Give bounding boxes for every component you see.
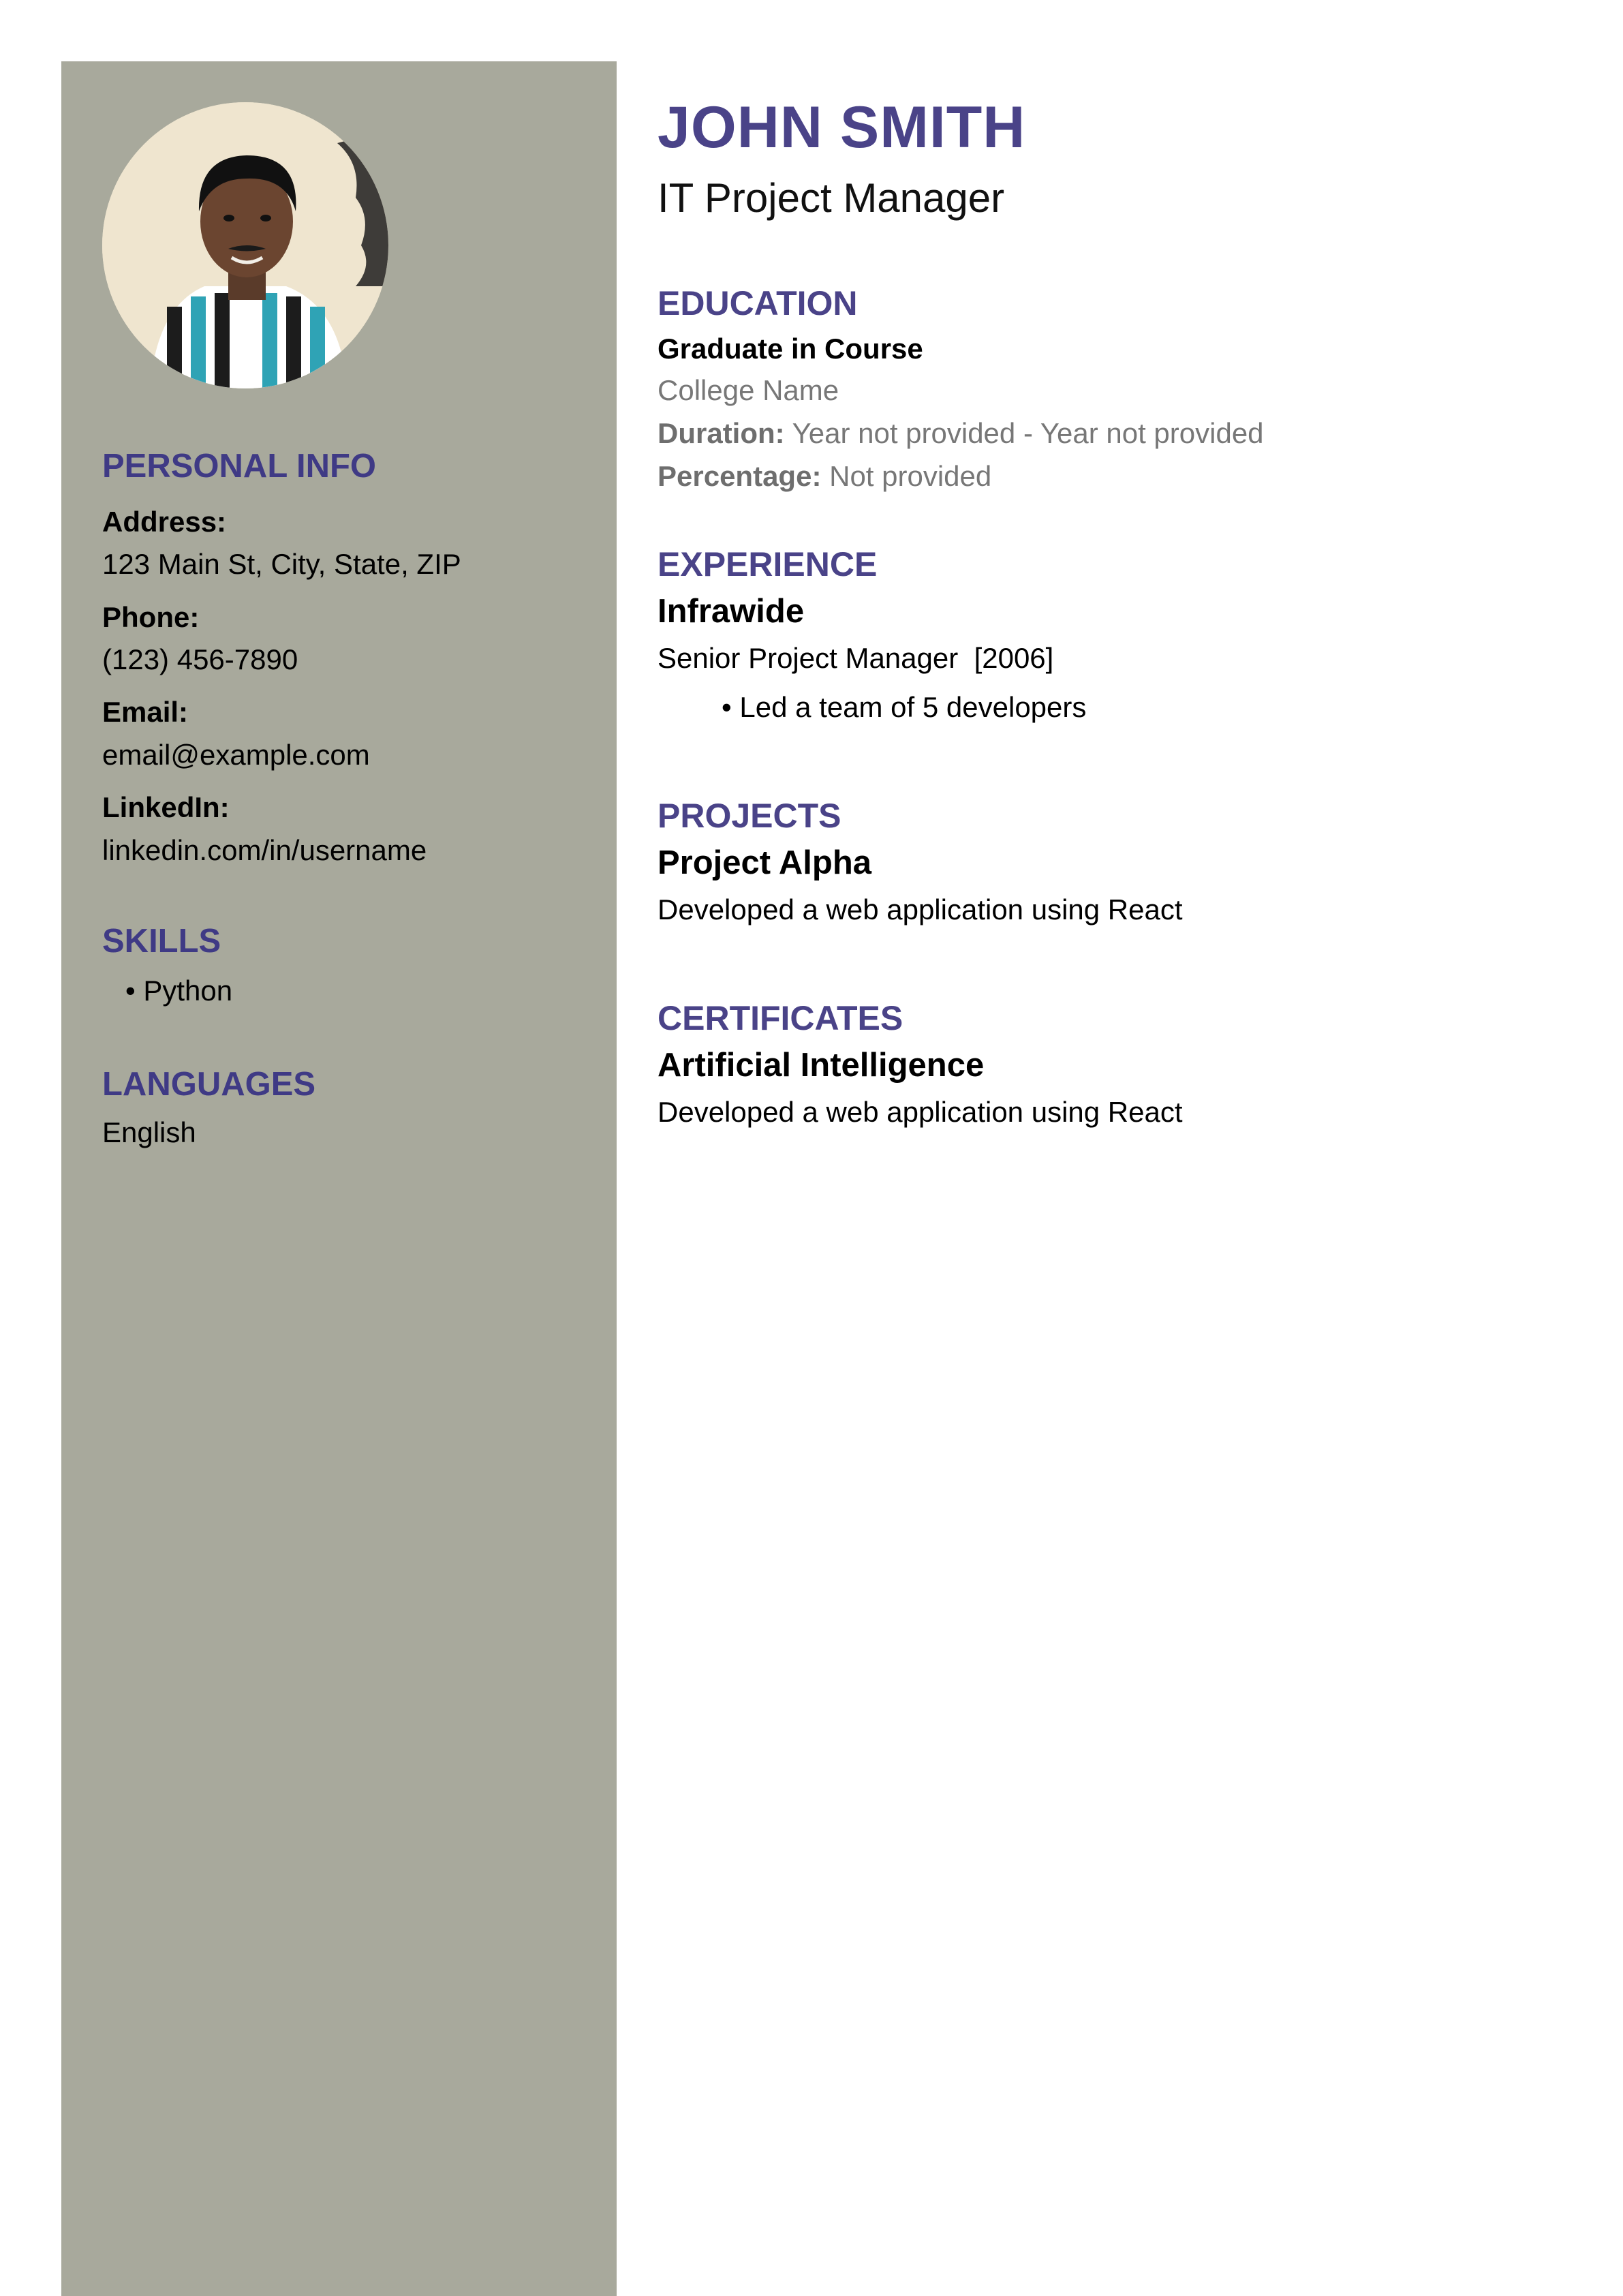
languages-heading: LANGUAGES xyxy=(102,1066,316,1103)
profile-photo-illustration xyxy=(102,102,388,388)
experience-company: Infrawide xyxy=(658,593,805,630)
project-name: Project Alpha xyxy=(658,844,872,881)
experience-role: Senior Project Manager [2006] xyxy=(658,641,1054,674)
education-degree: Graduate in Course xyxy=(658,333,923,365)
main-content: JOHN SMITH IT Project Manager EDUCATION … xyxy=(658,95,1598,1128)
education-duration: Duration: Year not provided - Year not p… xyxy=(658,412,1598,455)
projects-section: PROJECTS Project Alpha Developed a web a… xyxy=(658,795,1598,928)
skills-heading: SKILLS xyxy=(102,923,221,960)
duration-value: Year not provided - Year not provided xyxy=(792,417,1264,450)
language-item: English xyxy=(102,1116,196,1148)
sidebar: PERSONAL INFO Address: 123 Main St, City… xyxy=(61,61,617,2296)
education-college: College Name xyxy=(658,374,839,407)
personal-info-section: PERSONAL INFO Address: 123 Main St, City… xyxy=(102,446,593,868)
address-value: 123 Main St, City, State, ZIP xyxy=(102,548,461,581)
duration-label: Duration: xyxy=(658,417,785,450)
education-heading: EDUCATION xyxy=(658,284,858,322)
percentage-value: Not provided xyxy=(829,460,992,493)
phone-label: Phone: xyxy=(102,600,200,633)
certificate-name: Artificial Intelligence xyxy=(658,1047,985,1084)
project-description: Developed a web application using React xyxy=(658,893,1183,925)
phone-value: (123) 456-7890 xyxy=(102,643,298,675)
candidate-title: IT Project Manager xyxy=(658,174,1005,221)
certificates-heading: CERTIFICATES xyxy=(658,999,903,1037)
percentage-label: Percentage: xyxy=(658,460,822,493)
candidate-name: JOHN SMITH xyxy=(658,95,1026,160)
linkedin-value: linkedin.com/in/username xyxy=(102,833,427,866)
address-label: Address: xyxy=(102,505,227,538)
certificates-section: CERTIFICATES Artificial Intelligence Dev… xyxy=(658,998,1598,1131)
education-section: EDUCATION Graduate in Course College Nam… xyxy=(658,283,1598,498)
skills-section: SKILLS • Python xyxy=(102,921,593,1009)
languages-section: LANGUAGES English xyxy=(102,1065,593,1150)
experience-section: EXPERIENCE Infrawide Senior Project Mana… xyxy=(658,544,1598,726)
projects-heading: PROJECTS xyxy=(658,797,841,835)
experience-bullet: • Led a team of 5 developers xyxy=(722,691,1087,724)
email-value: email@example.com xyxy=(102,738,370,771)
experience-heading: EXPERIENCE xyxy=(658,545,878,583)
certificate-description: Developed a web application using React xyxy=(658,1095,1183,1128)
education-percentage: Percentage: Not provided xyxy=(658,455,1598,498)
linkedin-label: LinkedIn: xyxy=(102,791,230,824)
personal-info-heading: PERSONAL INFO xyxy=(102,448,377,485)
email-label: Email: xyxy=(102,696,189,729)
skill-item: • Python xyxy=(125,974,233,1007)
profile-photo xyxy=(102,102,388,388)
